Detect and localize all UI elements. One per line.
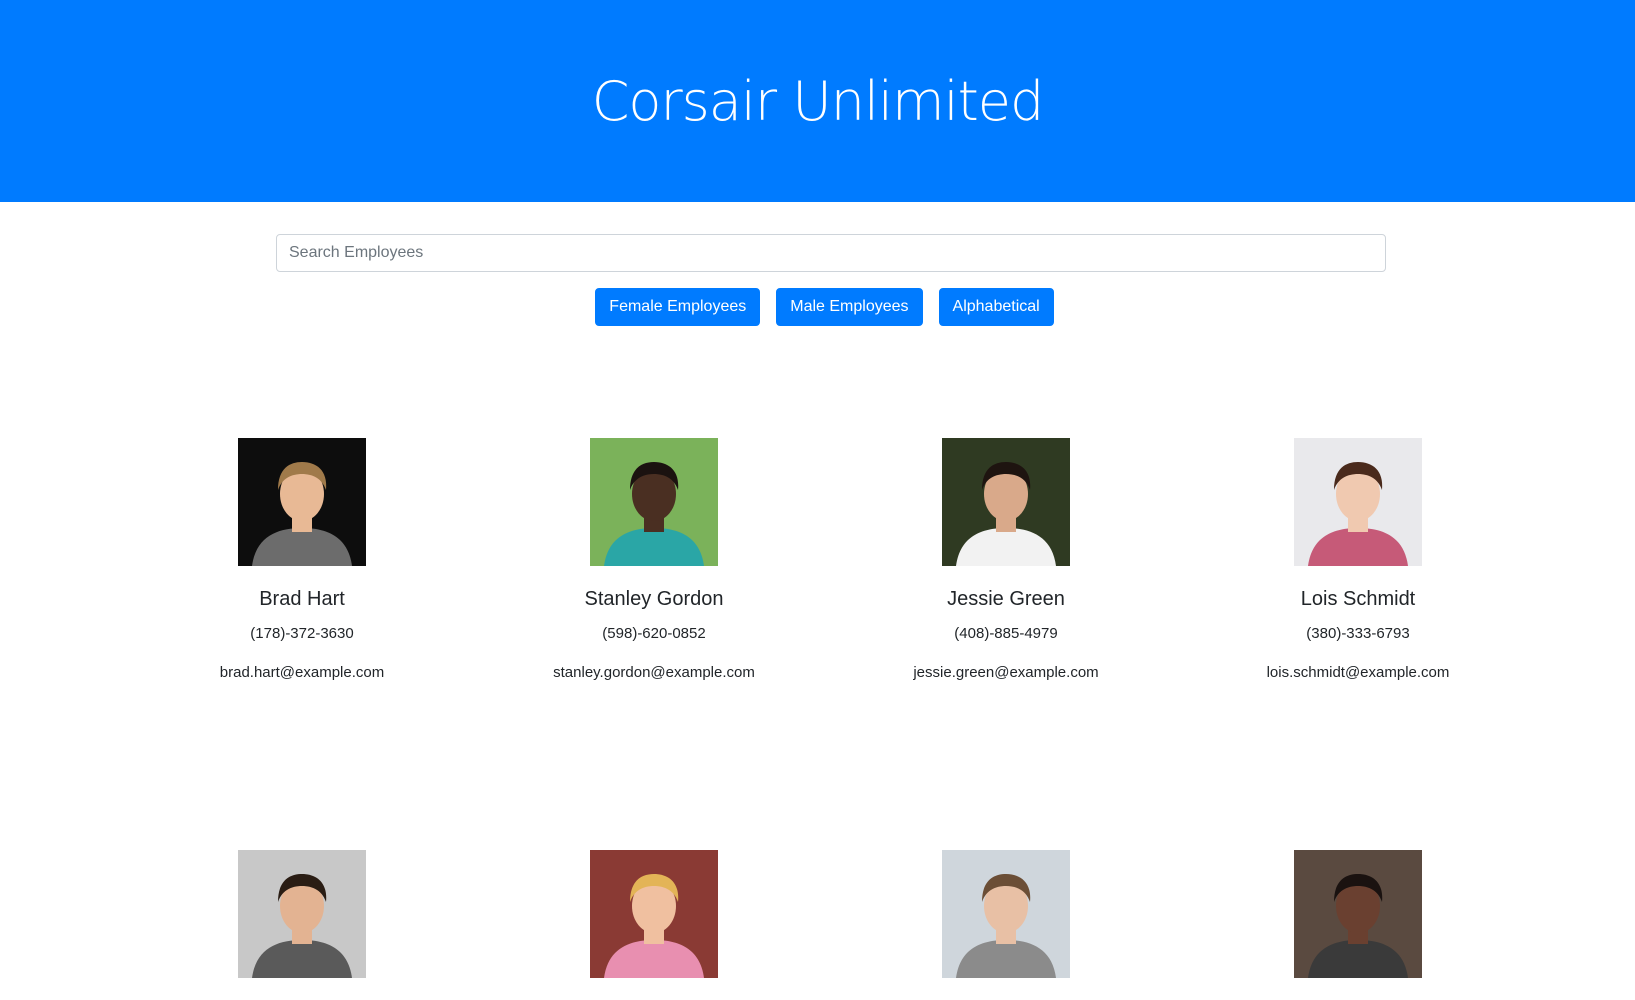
- employee-email: lois.schmidt@example.com: [1266, 664, 1450, 681]
- employee-photo: [590, 850, 718, 978]
- employee-photo: [590, 438, 718, 566]
- employee-photo: [238, 438, 366, 566]
- employee-name: Jessie Green: [947, 588, 1065, 610]
- employee-card: [504, 850, 804, 1000]
- employee-phone: (380)-333-6793: [1306, 625, 1410, 642]
- employee-phone: (178)-372-3630: [250, 625, 354, 642]
- page-header: Corsair Unlimited: [0, 0, 1635, 202]
- employee-card: Jessie Green (408)-885-4979 jessie.green@e…: [856, 438, 1156, 681]
- employee-photo: [942, 850, 1070, 978]
- employee-email: brad.hart@example.com: [219, 664, 385, 681]
- employee-phone: (598)-620-0852: [602, 625, 706, 642]
- employee-card: [856, 850, 1156, 1000]
- female-employees-button[interactable]: Female Employees: [595, 288, 761, 326]
- employee-photo: [238, 850, 366, 978]
- employee-name: Stanley Gordon: [584, 588, 724, 610]
- employee-phone: (408)-885-4979: [954, 625, 1058, 642]
- employee-card: Lois Schmidt (380)-333-6793 lois.schmidt@e…: [1208, 438, 1508, 681]
- employee-name: Lois Schmidt: [1300, 588, 1416, 610]
- employee-name: Brad Hart: [259, 588, 345, 610]
- male-employees-button[interactable]: Male Employees: [776, 288, 923, 326]
- employee-photo: [1294, 438, 1422, 566]
- filter-buttons: Female Employees Male Employees Alphabet…: [0, 288, 1635, 326]
- employee-photo: [942, 438, 1070, 566]
- company-title: Corsair Unlimited: [591, 69, 1045, 133]
- employee-email: stanley.gordon@example.com: [553, 664, 755, 681]
- alphabetical-button[interactable]: Alphabetical: [938, 288, 1054, 326]
- employee-card: [1208, 850, 1508, 1000]
- employee-card: [152, 850, 452, 1000]
- employee-photo: [1294, 850, 1422, 978]
- employee-card: Stanley Gordon (598)-620-0852 stanley.gord…: [504, 438, 804, 681]
- employee-card: Brad Hart (178)-372-3630 brad.hart@example…: [152, 438, 452, 681]
- employee-email: jessie.green@example.com: [913, 664, 1099, 681]
- search-input[interactable]: [276, 234, 1386, 272]
